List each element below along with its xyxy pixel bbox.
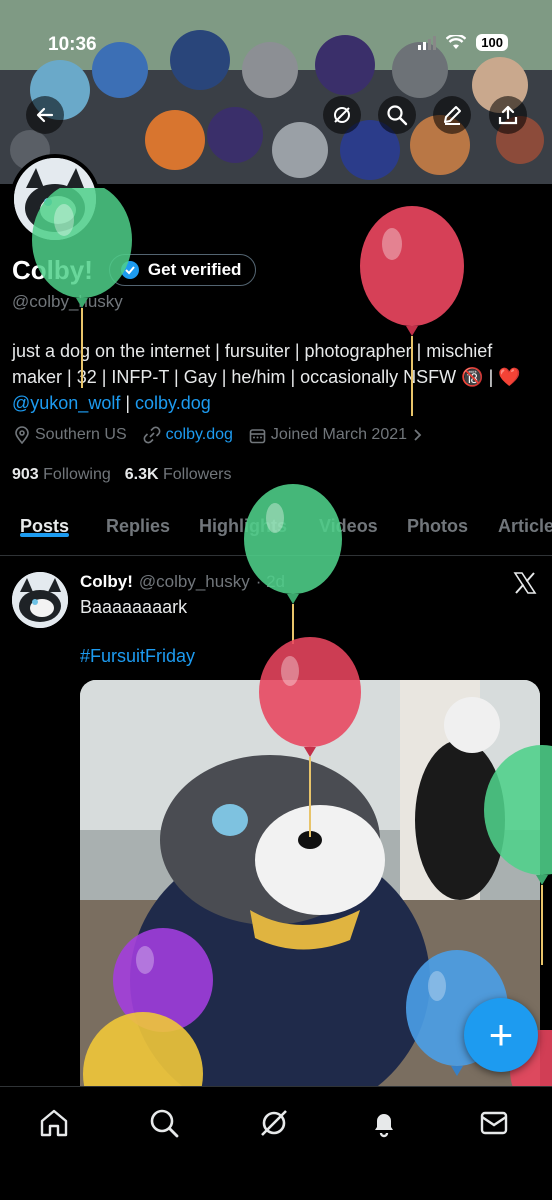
location-pin-icon [15, 426, 29, 444]
joined-item[interactable]: Joined March 2021 [249, 426, 422, 444]
nav-search[interactable] [146, 1105, 182, 1141]
mail-icon [480, 1111, 508, 1135]
tab-posts[interactable]: Posts [20, 500, 70, 537]
post-author-name[interactable]: Colby! [80, 572, 133, 592]
search-icon [387, 105, 408, 126]
bell-icon [375, 1114, 393, 1138]
status-icons: 100 [418, 34, 508, 51]
profile-banner[interactable]: 10:36 100 [0, 0, 552, 184]
bio-mention-link[interactable]: @yukon_wolf [12, 393, 120, 413]
nav-messages[interactable] [476, 1105, 512, 1141]
grok-icon [334, 107, 350, 123]
plus-icon: + [488, 1011, 514, 1058]
compose-post-button[interactable]: + [464, 998, 538, 1072]
share-button[interactable] [489, 96, 527, 134]
grok-icon [261, 1110, 287, 1136]
status-time: 10:36 [48, 34, 97, 55]
wifi-icon [446, 35, 467, 49]
followers-link[interactable]: 6.3K Followers [125, 466, 232, 484]
get-verified-label: Get verified [147, 260, 242, 279]
post-avatar[interactable] [12, 572, 68, 628]
battery-indicator: 100 [476, 34, 508, 51]
website-link[interactable]: colby.dog [166, 426, 233, 444]
following-link[interactable]: 903 Following [12, 466, 111, 484]
bio-website-link[interactable]: colby.dog [135, 393, 211, 413]
grok-button[interactable] [323, 96, 361, 134]
followers-count: 6.3K [124, 466, 159, 483]
joined-text: Joined March 2021 [270, 426, 408, 443]
calendar-icon [249, 428, 266, 443]
tab-replies[interactable]: Replies [106, 500, 170, 537]
nav-notifications[interactable] [366, 1105, 402, 1141]
x-logo-icon [512, 570, 538, 601]
balloon-red-1 [360, 206, 464, 416]
profile-meta: Southern US colby.dog Joined March 2021 [14, 426, 422, 444]
balloon-green-1 [32, 188, 132, 388]
home-icon [40, 1109, 68, 1137]
website-item[interactable]: colby.dog [143, 426, 233, 444]
link-icon [143, 426, 161, 444]
balloon-green-3 [484, 745, 552, 965]
post-author-handle[interactable]: @colby_husky [139, 572, 250, 592]
signal-icon [418, 35, 437, 50]
edit-button[interactable] [433, 96, 471, 134]
follow-counts: 903 Following 6.3K Followers [12, 466, 231, 484]
bottom-navigation [0, 1086, 552, 1200]
chevron-right-icon [414, 429, 422, 441]
tab-articles[interactable]: Articles [498, 500, 552, 537]
location-text: Southern US [35, 426, 127, 443]
following-count: 903 [12, 466, 39, 483]
tab-photos[interactable]: Photos [407, 500, 468, 537]
followers-label: Followers [163, 466, 232, 483]
status-bar: 10:36 100 [0, 0, 552, 90]
share-icon [498, 105, 518, 125]
edit-icon [444, 106, 461, 125]
search-icon [150, 1109, 179, 1138]
location-item: Southern US [14, 426, 127, 444]
nav-home[interactable] [36, 1105, 72, 1141]
post-avatar-image [12, 572, 68, 628]
back-button[interactable] [26, 96, 64, 134]
nav-grok[interactable] [256, 1105, 292, 1141]
post-text: Baaaaaaaark [80, 597, 188, 617]
following-label: Following [43, 466, 111, 483]
bio-separator: | [120, 393, 136, 413]
balloon-green-2 [244, 484, 342, 644]
balloon-yellow [83, 1012, 203, 1092]
post-hashtag[interactable]: #FursuitFriday [80, 646, 195, 667]
balloon-red-2 [259, 637, 361, 837]
search-button[interactable] [378, 96, 416, 134]
arrow-left-icon [36, 107, 54, 123]
